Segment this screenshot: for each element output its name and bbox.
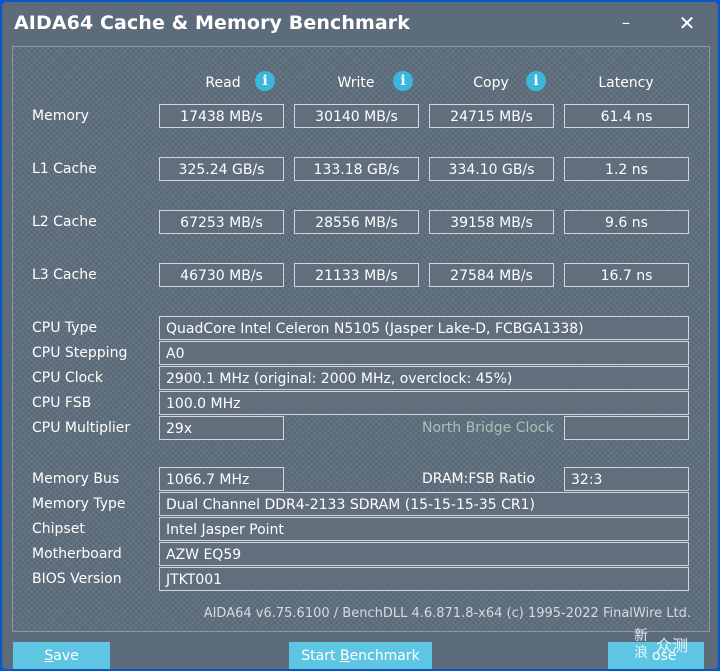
copyright-footer: AIDA64 v6.75.6100 / BenchDLL 4.6.871.8-x… <box>203 606 691 621</box>
memory-write-value: 30140 MB/s <box>294 104 419 128</box>
cpu-stepping-label: CPU Stepping <box>32 345 128 361</box>
l3-cache-label: L3 Cache <box>32 267 97 283</box>
start-benchmark-button[interactable]: Start Benchmark <box>289 642 432 669</box>
dram-fsb-ratio-value: 32:3 <box>564 467 689 491</box>
start-label-rest: enchmark <box>349 648 420 664</box>
motherboard-value: AZW EQ59 <box>159 542 689 566</box>
memory-type-label: Memory Type <box>32 496 126 512</box>
memory-bus-value: 1066.7 MHz <box>159 467 284 491</box>
cpu-multiplier-label: CPU Multiplier <box>32 420 131 436</box>
l2-cache-label: L2 Cache <box>32 214 97 230</box>
chipset-label: Chipset <box>32 521 85 537</box>
north-bridge-clock-value <box>564 416 689 440</box>
start-accelerator: B <box>339 648 350 664</box>
title-bar: AIDA64 Cache & Memory Benchmark – ✕ <box>2 2 718 44</box>
header-write: Write <box>337 75 375 91</box>
bios-version-label: BIOS Version <box>32 571 122 587</box>
l3-latency-value: 16.7 ns <box>564 263 689 287</box>
watermark-text: 众测 <box>656 636 689 655</box>
results-panel: Read i Write i Copy i Latency Memory 174… <box>12 46 710 632</box>
cpu-fsb-value: 100.0 MHz <box>159 391 689 415</box>
copy-info-icon[interactable]: i <box>526 71 546 91</box>
motherboard-label: Motherboard <box>32 546 122 562</box>
memory-read-value: 17438 MB/s <box>159 104 284 128</box>
l1-write-value: 133.18 GB/s <box>294 157 419 181</box>
close-window-button[interactable]: ✕ <box>672 10 702 36</box>
l2-latency-value: 9.6 ns <box>564 210 689 234</box>
dram-fsb-ratio-label: DRAM:FSB Ratio <box>422 471 536 487</box>
memory-latency-value: 61.4 ns <box>564 104 689 128</box>
memory-bus-label: Memory Bus <box>32 471 120 487</box>
l3-write-value: 21133 MB/s <box>294 263 419 287</box>
l1-copy-value: 334.10 GB/s <box>429 157 554 181</box>
memory-copy-value: 24715 MB/s <box>429 104 554 128</box>
cpu-multiplier-value: 29x <box>159 416 284 440</box>
minimize-button[interactable]: – <box>611 10 641 36</box>
benchmark-window: AIDA64 Cache & Memory Benchmark – ✕ Read… <box>2 2 718 669</box>
watermark-char-1: 新 <box>634 628 648 644</box>
chipset-value: Intel Jasper Point <box>159 517 689 541</box>
l2-write-value: 28556 MB/s <box>294 210 419 234</box>
read-info-icon[interactable]: i <box>255 71 275 91</box>
save-accelerator: S <box>44 648 54 664</box>
window-title: AIDA64 Cache & Memory Benchmark <box>14 12 410 34</box>
l3-copy-value: 27584 MB/s <box>429 263 554 287</box>
l1-latency-value: 1.2 ns <box>564 157 689 181</box>
memory-type-value: Dual Channel DDR4-2133 SDRAM (15-15-15-3… <box>159 492 689 516</box>
l3-read-value: 46730 MB/s <box>159 263 284 287</box>
memory-label: Memory <box>32 108 89 124</box>
cpu-fsb-label: CPU FSB <box>32 395 92 411</box>
cpu-stepping-value: A0 <box>159 341 689 365</box>
cpu-clock-label: CPU Clock <box>32 370 103 386</box>
north-bridge-clock-label: North Bridge Clock <box>422 420 554 436</box>
start-label-first: Start <box>301 648 340 664</box>
watermark-logo: 新 浪 <box>634 628 648 662</box>
cpu-clock-value: 2900.1 MHz (original: 2000 MHz, overcloc… <box>159 366 689 390</box>
l2-read-value: 67253 MB/s <box>159 210 284 234</box>
cpu-type-value: QuadCore Intel Celeron N5105 (Jasper Lak… <box>159 316 689 340</box>
bios-version-value: JTKT001 <box>159 567 689 591</box>
write-info-icon[interactable]: i <box>393 71 413 91</box>
save-label-rest: ave <box>53 648 79 664</box>
cpu-type-label: CPU Type <box>32 320 98 336</box>
l1-cache-label: L1 Cache <box>32 161 97 177</box>
save-button[interactable]: Save <box>13 642 110 669</box>
watermark-char-2: 浪 <box>634 645 648 661</box>
l1-read-value: 325.24 GB/s <box>159 157 284 181</box>
l2-copy-value: 39158 MB/s <box>429 210 554 234</box>
header-latency: Latency <box>598 75 654 91</box>
